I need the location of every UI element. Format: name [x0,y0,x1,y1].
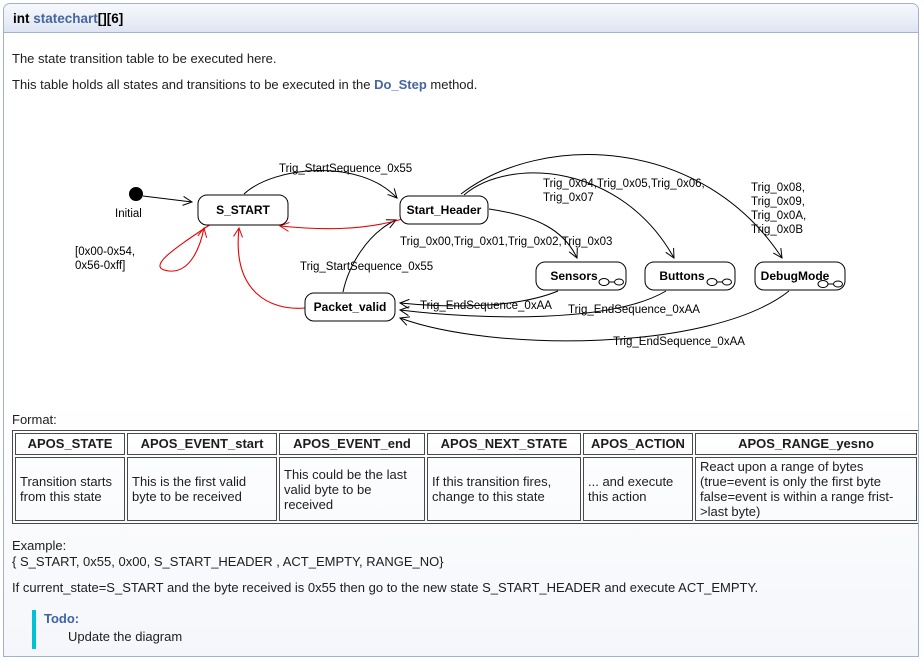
statechart-svg: Initial S_START Start_Header Sensors [12,130,919,390]
example-label: Example: [12,538,910,554]
table-cell: This is the first valid byte to be recei… [127,457,277,521]
member-name-link[interactable]: statechart [33,11,98,26]
label-end-sequence-buttons: Trig_EndSequence_0xAA [568,304,700,316]
svg-text:Start_Header: Start_Header [407,203,482,217]
column-header: APOS_EVENT_end [279,433,425,455]
state-buttons: Buttons [645,262,735,290]
member-item: int statechart[][6] The state transition… [3,3,919,657]
edge-packetvalid-to-sstart [238,228,305,308]
svg-text:Packet_valid: Packet_valid [314,300,387,314]
svg-text:Sensors: Sensors [550,269,598,283]
table-cell: This could be the last valid byte to be … [279,457,425,521]
edge-startheader-to-sensors [489,209,577,258]
statechart-diagram: Initial S_START Start_Header Sensors [12,130,910,394]
label-start-sequence-packet: Trig_StartSequence_0x55 [300,261,433,273]
initial-state: Initial [115,188,143,221]
initial-label: Initial [115,208,142,220]
svg-text:Buttons: Buttons [659,269,705,283]
edge-sstart-selfloop [160,224,211,271]
state-packet-valid: Packet_valid [305,293,395,321]
state-sensors: Sensors [536,262,626,290]
table-cell: ... and execute this action [583,457,693,521]
format-table-row: Transition starts from this state This i… [15,457,917,521]
table-cell: If this transition fires, change to this… [427,457,581,521]
todo-label: Todo: [44,611,910,627]
label-range-line1: [0x00-0x54, [75,246,135,258]
example-explanation: If current_state=S_START and the byte re… [12,580,910,596]
table-cell: Transition starts from this state [15,457,125,521]
format-label: Format: [12,412,910,428]
label-trig-07: Trig_0x07 [543,192,594,204]
label-trig-04-06: Trig_0x04,Trig_0x05,Trig_0x06, [543,178,705,190]
todo-block: Todo: Update the diagram [32,610,910,649]
label-trig-08: Trig_0x08, [751,182,805,194]
label-end-sequence-sensors: Trig_EndSequence_0xAA [420,300,552,312]
column-header: APOS_STATE [15,433,125,455]
column-header: APOS_NEXT_STATE [427,433,581,455]
label-trig-0a: Trig_0x0A, [751,210,806,222]
label-range-line2: 0x56-0xff] [75,260,125,272]
edge-startheader-to-sstart [280,218,406,229]
label-trig-09: Trig_0x09, [751,196,805,208]
description-line2: This table holds all states and transiti… [12,77,910,93]
member-prototype: int statechart[][6] [4,4,918,33]
format-table-header-row: APOS_STATE APOS_EVENT_start APOS_EVENT_e… [15,433,917,455]
label-trig-00-03: Trig_0x00,Trig_0x01,Trig_0x02,Trig_0x03 [400,236,612,248]
do-step-link[interactable]: Do_Step [374,77,427,92]
state-debug-mode: DebugMode [755,262,845,290]
member-documentation: The state transition table to be execute… [4,33,918,657]
svg-text:DebugMode: DebugMode [761,269,830,283]
member-suffix: [][6] [98,11,124,26]
todo-text: Update the diagram [68,629,910,645]
column-header: APOS_EVENT_start [127,433,277,455]
label-end-sequence-debug: Trig_EndSequence_0xAA [613,336,745,348]
initial-dot [130,188,143,201]
format-table: APOS_STATE APOS_EVENT_start APOS_EVENT_e… [12,430,919,524]
description-line1: The state transition table to be execute… [12,51,910,67]
state-s-start: S_START [198,195,288,225]
state-start-header: Start_Header [400,196,488,224]
edge-initial-to-sstart [143,196,192,202]
edge-packetvalid-to-startheader [343,220,396,292]
label-trig-0b: Trig_0x0B [751,224,803,236]
svg-text:S_START: S_START [216,203,270,217]
column-header: APOS_ACTION [583,433,693,455]
label-start-sequence-top: Trig_StartSequence_0x55 [279,163,412,175]
column-header: APOS_RANGE_yesno [695,433,917,455]
example-code: { S_START, 0x55, 0x00, S_START_HEADER , … [12,554,910,570]
table-cell: React upon a range of bytes (true=event … [695,457,917,521]
member-type: int [13,11,33,26]
